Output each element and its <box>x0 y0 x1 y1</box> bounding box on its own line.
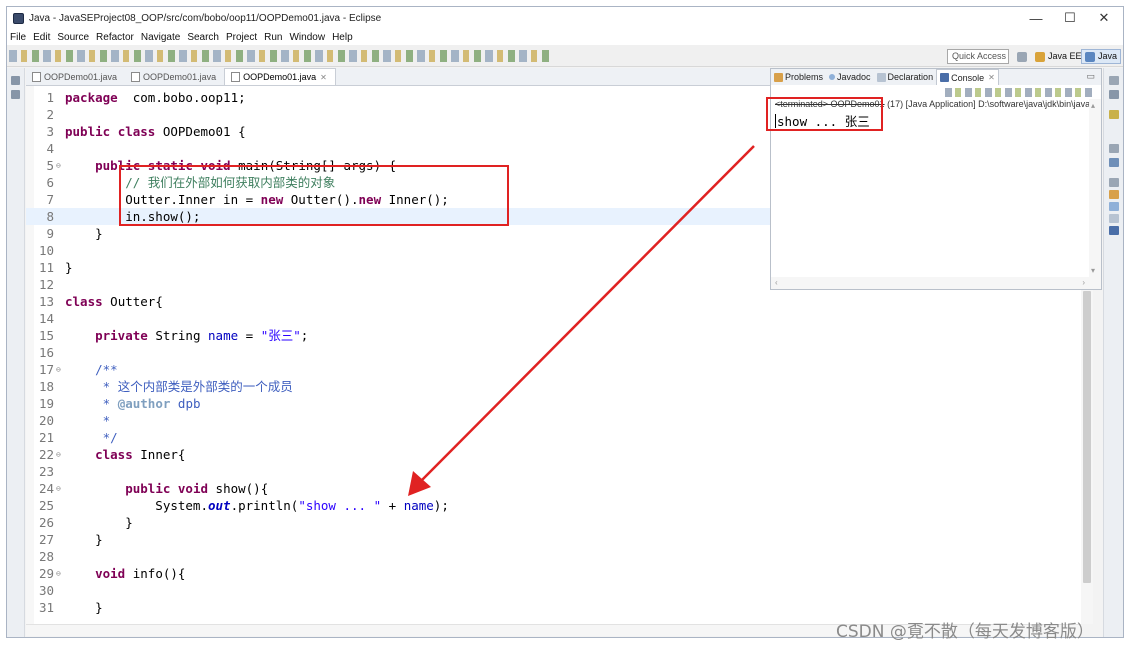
watermark: CSDN @覔不散（每天发博客版） <box>836 622 1094 642</box>
arrow-line <box>419 145 755 483</box>
annotation-arrow <box>408 145 755 496</box>
